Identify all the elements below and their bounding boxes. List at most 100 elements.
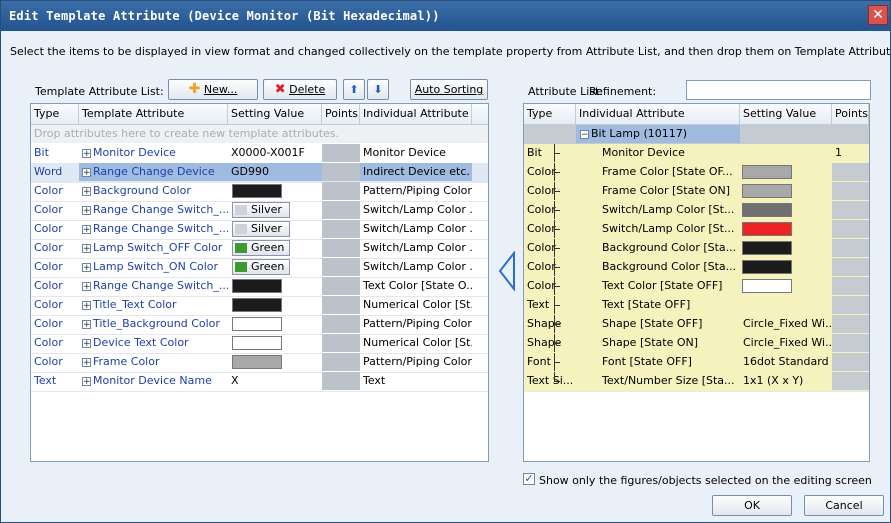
table-row[interactable]: Color + Frame Color Pattern/Piping Color [31,353,488,373]
column-header-individual-attribute[interactable]: Individual Attribute [576,104,740,124]
column-header-points[interactable]: Points [832,104,869,124]
table-row[interactable]: Word + Range Change Device GD990 Indirect De… [31,163,488,183]
named-color-button[interactable]: Silver [232,221,290,237]
color-swatch[interactable] [232,317,282,331]
table-row[interactable]: Color + Title_Text Color Numerical Color [S… [31,296,488,316]
named-color-button[interactable]: Green [232,259,290,275]
named-color-button[interactable]: Green [232,240,290,256]
drop-hint-row[interactable]: Drop attributes here to create new templ… [31,125,488,143]
setting-value-cell[interactable]: GD990 [228,163,322,181]
expand-icon[interactable]: + [82,148,91,158]
expand-icon[interactable]: + [82,357,91,367]
color-swatch[interactable] [742,203,792,217]
color-swatch[interactable] [232,279,282,293]
setting-value-cell[interactable] [740,201,832,219]
setting-value-cell[interactable]: Silver [228,220,322,238]
expand-icon[interactable]: + [82,376,91,386]
table-row[interactable]: Shape Shape [State ON] Circle_Fixed Wi... [524,334,869,354]
color-swatch[interactable] [232,336,282,350]
color-swatch[interactable] [232,298,282,312]
color-swatch[interactable] [742,241,792,255]
group-row[interactable]: − Bit Lamp (10117) [524,125,869,145]
move-up-button[interactable]: ⬆ [343,79,365,100]
ok-button[interactable]: OK [712,495,792,516]
setting-value-cell[interactable] [228,315,322,333]
table-row[interactable]: Shape Shape [State OFF] Circle_Fixed Wi... [524,315,869,335]
table-row[interactable]: Color Background Color [Sta... [524,239,869,259]
color-swatch[interactable] [742,184,792,198]
column-header-type[interactable]: Type [524,104,576,124]
table-row[interactable]: Color Frame Color [State OF... [524,163,869,183]
expand-icon[interactable]: + [82,243,91,253]
column-header-template-attribute[interactable]: Template Attribute [79,104,228,124]
table-row[interactable]: Bit Monitor Device 1 [524,144,869,164]
setting-value-cell[interactable]: Silver [228,201,322,219]
column-header-type[interactable]: Type [31,104,79,124]
auto-sorting-button[interactable]: Auto Sorting [410,79,488,100]
color-swatch[interactable] [232,355,282,369]
color-swatch[interactable] [232,184,282,198]
expand-icon[interactable]: + [82,300,91,310]
expand-icon[interactable]: + [82,338,91,348]
setting-value-cell[interactable] [228,334,322,352]
table-row[interactable]: Color Background Color [Sta... [524,258,869,278]
move-down-button[interactable]: ⬇ [367,79,389,100]
table-row[interactable]: Color + Range Change Switch_... Text Color … [31,277,488,297]
table-row[interactable]: Color + Device Text Color Numerical Color [… [31,334,488,354]
setting-value-cell[interactable]: 16dot Standard [740,353,832,371]
setting-value-cell[interactable] [740,239,832,257]
table-row[interactable]: Text Text [State OFF] [524,296,869,316]
cancel-button[interactable]: Cancel [804,495,884,516]
setting-value-cell[interactable]: X0000-X001F [228,144,322,162]
setting-value-cell[interactable]: X [228,372,322,390]
column-header-individual-attribute[interactable]: Individual Attribute [360,104,472,124]
setting-value-cell[interactable] [740,163,832,181]
setting-value-cell[interactable] [228,277,322,295]
show-selected-checkbox[interactable]: ✓ [523,473,535,485]
setting-value-cell[interactable]: Circle_Fixed Wi... [740,315,832,333]
new-button[interactable]: ✚ New... [168,79,258,100]
table-row[interactable]: Color + Background Color Pattern/Piping Col… [31,182,488,202]
color-swatch[interactable] [742,165,792,179]
table-row[interactable]: Color Frame Color [State ON] [524,182,869,202]
collapse-icon[interactable]: − [580,129,589,139]
table-row[interactable]: Color Switch/Lamp Color [St... [524,201,869,221]
expand-icon[interactable]: + [82,224,91,234]
expand-icon[interactable]: + [82,205,91,215]
transfer-left-arrow-icon[interactable] [496,251,518,291]
color-swatch[interactable] [742,279,792,293]
setting-value-cell[interactable] [740,182,832,200]
setting-value-cell[interactable] [228,182,322,200]
setting-value-cell[interactable] [740,296,832,314]
expand-icon[interactable]: + [82,281,91,291]
refinement-input[interactable] [686,80,871,100]
close-button[interactable]: ✕ [868,5,888,25]
color-swatch[interactable] [742,260,792,274]
setting-value-cell[interactable] [740,144,832,162]
setting-value-cell[interactable]: Circle_Fixed Wi... [740,334,832,352]
table-row[interactable]: Text + Monitor Device Name X Text [31,372,488,392]
setting-value-cell[interactable]: 1x1 (X x Y) [740,372,832,390]
setting-value-cell[interactable] [740,258,832,276]
table-row[interactable]: Color Text Color [State OFF] [524,277,869,297]
table-row[interactable]: Color + Range Change Switch_... Silver Switc… [31,201,488,221]
column-header-points[interactable]: Points [322,104,360,124]
table-row[interactable]: Font Font [State OFF] 16dot Standard [524,353,869,373]
table-row[interactable]: Color + Lamp Switch_OFF Color Green Switch/L… [31,239,488,259]
column-header-setting-value[interactable]: Setting Value [740,104,832,124]
table-row[interactable]: Color + Range Change Switch_... Silver Switc… [31,220,488,240]
setting-value-cell[interactable] [228,296,322,314]
setting-value-cell[interactable] [228,353,322,371]
setting-value-cell[interactable] [740,220,832,238]
named-color-button[interactable]: Silver [232,202,290,218]
table-row[interactable]: Color + Lamp Switch_ON Color Green Switch/La… [31,258,488,278]
table-row[interactable]: Color + Title_Background Color Pattern/Pipi… [31,315,488,335]
table-row[interactable]: Text Si... Text/Number Size [Sta... 1x1 (X… [524,372,869,392]
setting-value-cell[interactable]: Green [228,258,322,276]
color-swatch[interactable] [742,222,792,236]
column-header-setting-value[interactable]: Setting Value [228,104,322,124]
table-row[interactable]: Bit + Monitor Device X0000-X001F Monitor Dev… [31,144,488,164]
expand-icon[interactable]: + [82,167,91,177]
expand-icon[interactable]: + [82,319,91,329]
setting-value-cell[interactable]: Green [228,239,322,257]
